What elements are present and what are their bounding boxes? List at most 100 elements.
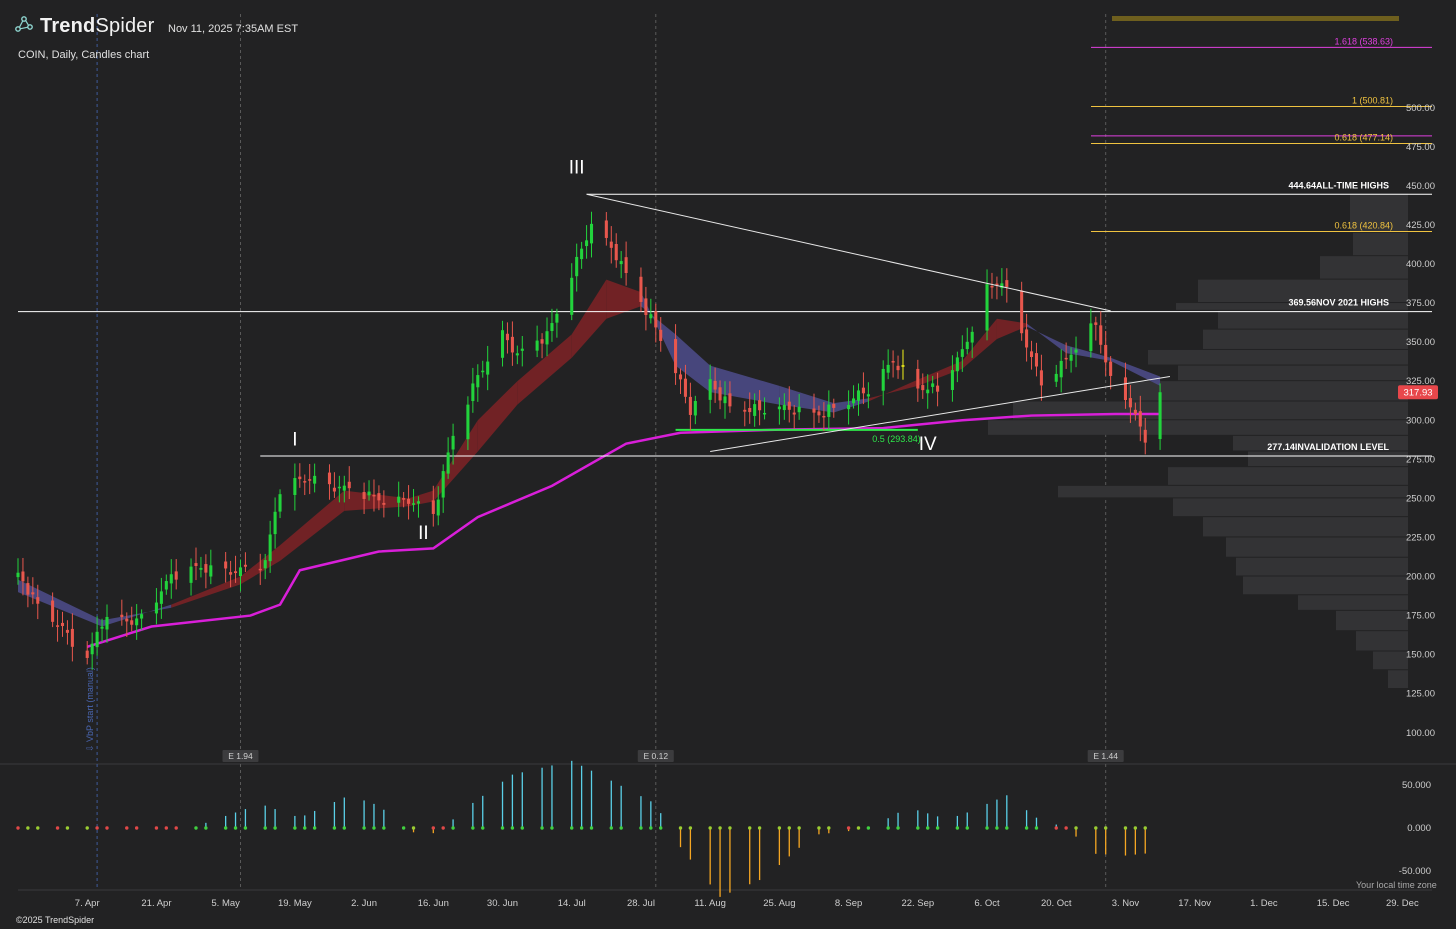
- candle-body: [332, 487, 336, 492]
- candle-body: [881, 368, 885, 391]
- oscillator-zero-dot: [728, 826, 732, 830]
- oscillator-zero-dot: [1054, 826, 1058, 830]
- candle-body: [619, 261, 623, 265]
- oscillator-tick-label: -50.000: [1399, 866, 1431, 877]
- candle-body: [753, 404, 757, 416]
- oscillator-zero-dot: [431, 826, 436, 830]
- volume-profile-bar: [1298, 595, 1408, 610]
- candle-body: [1128, 398, 1132, 408]
- candle-body: [852, 398, 856, 404]
- price-tick-label: 450.00: [1406, 181, 1435, 192]
- ema-cloud-bull: [18, 579, 103, 627]
- price-tick-label: 150.00: [1406, 650, 1435, 661]
- oscillator-zero-dot: [164, 826, 169, 830]
- price-tick-label: 100.00: [1406, 728, 1435, 739]
- candle-body: [926, 389, 930, 394]
- volume-profile-bar: [988, 420, 1408, 435]
- price-tick-label: 250.00: [1406, 493, 1435, 504]
- candle-body: [861, 387, 865, 394]
- candle-body: [787, 401, 791, 410]
- oscillator-zero-dot: [570, 826, 574, 830]
- candle-body: [342, 485, 346, 491]
- date-tick-label: 2. Jun: [351, 898, 377, 909]
- candle-body: [273, 511, 277, 535]
- candle-body: [827, 404, 831, 417]
- candle-body: [1123, 377, 1128, 401]
- candle-body: [674, 339, 678, 374]
- oscillator-zero-dot: [401, 826, 406, 830]
- oscillator-zero-dot: [649, 826, 653, 830]
- oscillator-zero-dot: [757, 826, 762, 830]
- oscillator-zero-dot: [1143, 826, 1147, 830]
- candle-body: [688, 396, 692, 415]
- candle-body: [1059, 360, 1063, 378]
- oscillator-zero-dot: [36, 826, 40, 830]
- level-name: NOV 2021 HIGHS: [1316, 298, 1389, 308]
- candle-body: [21, 571, 25, 582]
- oscillator-zero-dot: [589, 826, 594, 830]
- candle-body: [585, 240, 589, 247]
- date-tick-label: 16. Jun: [418, 898, 449, 909]
- fib-extension-band: [1112, 16, 1399, 21]
- price-tick-label: 225.00: [1406, 532, 1435, 543]
- candle-body: [471, 383, 475, 402]
- candle-body: [520, 348, 524, 351]
- candles-chart[interactable]: ⇩ VbP start (manual) 444.64ALL-TIME HIGH…: [0, 0, 1456, 929]
- volume-profile-bar: [1373, 651, 1408, 670]
- candle-body: [1005, 280, 1009, 287]
- candle-body: [313, 475, 317, 484]
- timestamp: Nov 11, 2025 7:35AM EST: [168, 23, 299, 35]
- oscillator-zero-dot: [411, 826, 416, 830]
- candle-body: [792, 412, 796, 415]
- last-price-label: 317.93: [1403, 388, 1432, 399]
- date-tick-label: 25. Aug: [763, 898, 795, 909]
- earnings-label: E 0.12: [643, 751, 668, 761]
- candle-body: [580, 248, 584, 260]
- candle-body: [604, 220, 608, 238]
- candle-body: [589, 223, 594, 244]
- candle-body: [921, 385, 925, 391]
- earnings-label: E 1.94: [228, 751, 253, 761]
- horizontal-level-label: 444.64ALL-TIME HIGHS: [1288, 180, 1389, 190]
- oscillator-zero-dot: [1005, 826, 1009, 830]
- candle-body: [743, 409, 747, 412]
- candle-body: [1074, 349, 1078, 353]
- candle-body: [65, 629, 69, 633]
- fib-retracement-label: 0.5 (293.84): [872, 434, 921, 444]
- candle-body: [970, 331, 974, 343]
- volume-profile-bar: [1226, 537, 1408, 557]
- candle-body: [1039, 370, 1043, 386]
- candle-body: [298, 476, 302, 480]
- candle-body: [609, 241, 613, 248]
- fib-level-label: 0.618 (477.14): [1334, 132, 1393, 142]
- candle-body: [204, 564, 208, 573]
- candle-body: [130, 620, 134, 625]
- candle-body: [229, 572, 233, 575]
- date-tick-label: 28. Jul: [627, 898, 655, 909]
- oscillator-zero-dot: [965, 826, 969, 830]
- oscillator-zero-dot: [1103, 826, 1108, 830]
- candle-body: [1089, 323, 1093, 352]
- date-tick-label: 19. May: [278, 898, 312, 909]
- candle-body: [60, 622, 65, 627]
- oscillator-zero-dot: [520, 826, 524, 830]
- volume-profile-bar: [1128, 381, 1408, 401]
- candle-body: [936, 385, 940, 392]
- date-tick-label: 5. May: [211, 898, 240, 909]
- ema-cloud-bear: [606, 279, 641, 319]
- oscillator-zero-dot: [659, 826, 663, 830]
- candle-body: [451, 435, 455, 450]
- oscillator-tick-label: 50.000: [1402, 780, 1431, 791]
- candle-body: [901, 365, 905, 367]
- oscillator-zero-dot: [787, 826, 791, 830]
- ema-cloud-bull: [1026, 323, 1067, 354]
- brand-name: TrendSpider: [40, 15, 154, 38]
- candle-body: [258, 568, 262, 571]
- oscillator-zero-dot: [233, 826, 238, 830]
- oscillator-zero-dot: [194, 826, 198, 830]
- candle-body: [1158, 392, 1162, 440]
- volume-profile-bar: [1013, 401, 1408, 420]
- price-tick-label: 375.00: [1406, 298, 1435, 309]
- oscillator-zero-dot: [154, 826, 159, 830]
- oscillator-zero-dot: [372, 826, 376, 830]
